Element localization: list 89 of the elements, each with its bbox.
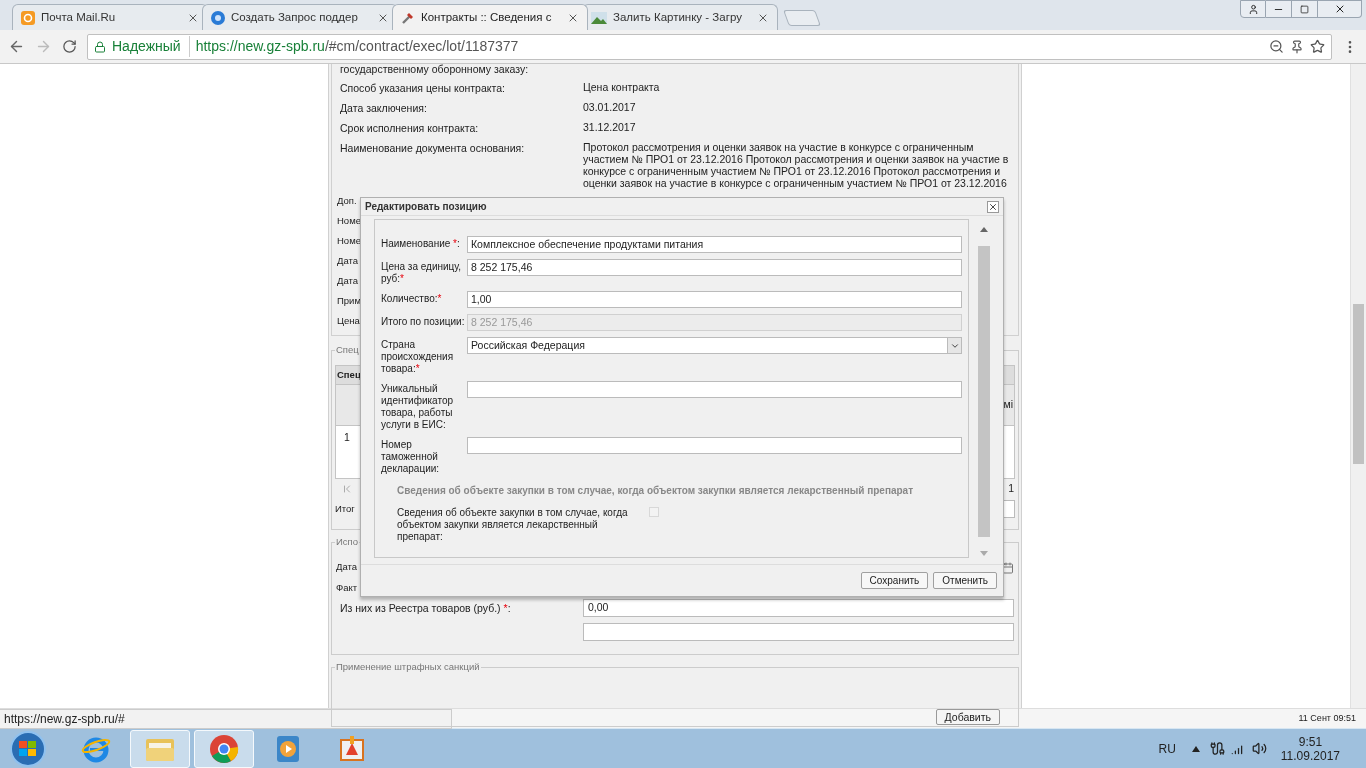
bookmark-icon[interactable]	[1310, 39, 1325, 54]
start-button[interactable]	[10, 730, 46, 767]
field-label: Наименование документа основания:	[340, 141, 526, 156]
language-indicator[interactable]: RU	[1158, 739, 1176, 758]
section-legend: Применение штрафных санкций	[335, 660, 481, 675]
zoom-icon[interactable]	[1269, 39, 1284, 54]
field-label: Способ указания цены контракта:	[340, 81, 506, 96]
back-icon[interactable]	[8, 38, 25, 55]
checkbox-label: Сведения об объекте закупки в том случае, когда объектом закупки является лекарственный препарат:	[397, 507, 629, 543]
field-label: Цена	[337, 313, 360, 328]
tab-title: Создать Запрос поддер	[231, 9, 359, 25]
page-number: 1	[1008, 481, 1014, 497]
field-value: Цена контракта	[583, 81, 661, 93]
field-value: 03.01.2017	[583, 101, 637, 113]
dialog-button[interactable]: Сохранить	[860, 572, 929, 589]
field-label: Уникальный идентификатор товара, работы услуги в ЕИС:	[381, 383, 453, 430]
field-value: Протокол рассмотрения и оценки заявок на участие в конкурсе с ограниченным участием № ПРО1 от 23.12.2016 Протокол рассмотрения и оценки заявок на участие в конкурсе с ограниченным участием № ПРО1 от 23.12.2016 Протокол рассмотрения и оценки заявок на участие в конкурсе с ограниченным участием № ПРО1 от 23.12.2016	[583, 141, 1010, 189]
taskbar-app[interactable]	[194, 729, 254, 768]
input-field[interactable]: Комплексное обеспечение продуктами питания	[467, 236, 962, 253]
chrome-icon[interactable]	[209, 733, 239, 764]
field-label: государственному оборонному заказу:	[340, 62, 530, 78]
input-field[interactable]	[467, 437, 962, 454]
tray-expand-icon[interactable]	[1191, 745, 1200, 752]
browser-tab[interactable]: Контракты :: Сведения с	[392, 4, 588, 30]
dialog-title: Редактировать позицию	[365, 200, 487, 214]
tools-icon	[401, 10, 415, 25]
dialog-button[interactable]: Отменить	[933, 572, 997, 589]
scroll-down-icon[interactable]	[980, 551, 988, 556]
row-number: 1	[344, 430, 350, 445]
input-field[interactable]: 1,00	[467, 291, 962, 308]
field-label: Прим	[337, 293, 361, 308]
input-field[interactable]	[583, 623, 1014, 641]
tab-title: Контракты :: Сведения с	[421, 9, 553, 25]
clock-time: 9:51	[1298, 734, 1323, 749]
maximize-button[interactable]	[1292, 0, 1318, 18]
country-select[interactable]: Российская Федерация	[467, 337, 962, 354]
windows-logo-icon	[19, 740, 37, 757]
field-label: Срок исполнения контракта:	[340, 121, 480, 136]
status-time: 11 Сент 09:51	[1298, 711, 1357, 725]
field-label: Дата	[337, 273, 359, 288]
field-label: Количество:*	[381, 293, 442, 304]
clock-date: 11.09.2017	[1280, 748, 1340, 763]
field-label: Наименование *:	[381, 238, 460, 249]
field-value: 31.12.2017	[583, 121, 637, 133]
field-label: Дата заключения:	[340, 101, 428, 116]
close-icon	[988, 201, 998, 212]
status-url: https://new.gz-spb.ru/#	[0, 708, 452, 729]
plug-icon[interactable]	[1209, 741, 1225, 756]
field-label: Факт	[336, 581, 358, 596]
globe-icon	[211, 10, 225, 25]
field-label: Дата	[336, 560, 358, 575]
input-field[interactable]: 8 252 175,46	[467, 259, 962, 276]
field-label: Итого по позиции:	[381, 316, 465, 327]
field-label: Цена за единицу, руб:*	[381, 261, 462, 284]
calendar-icon[interactable]	[1002, 561, 1014, 574]
address-bar[interactable]: Надежный https://new.gz-spb.ru/#cm/contract/exec/lot/1187377	[87, 33, 1332, 60]
section-title: Сведения об объекте закупки в том случае, когда объектом закупки является лекарственный препарат	[397, 484, 915, 498]
registry-field[interactable]: 0,00	[583, 599, 1014, 617]
maximize-icon	[1300, 4, 1309, 14]
scroll-up-icon[interactable]	[980, 227, 988, 232]
url-host: https://new.gz-spb.ru	[195, 37, 325, 56]
tab-title: Залить Картинку - Загру	[613, 9, 743, 25]
scrollbar[interactable]	[1350, 64, 1366, 708]
field-label: Номе	[337, 213, 361, 228]
lock-icon	[94, 40, 106, 53]
field-label: Номер таможенной декларации:	[381, 439, 440, 474]
field-label: Номе	[337, 233, 361, 248]
add-button[interactable]: Добавить	[935, 709, 1000, 725]
image-icon	[591, 11, 607, 24]
field-label: Из них из Реестра товаров (руб.) *:	[340, 602, 511, 614]
paint-icon[interactable]	[338, 734, 366, 763]
field-label: Доп.	[337, 193, 357, 208]
field-label: Страна происхождения товара:*	[381, 339, 454, 374]
field-label: Итог	[335, 501, 355, 516]
reload-icon[interactable]	[62, 39, 77, 54]
security-label: Надежный	[112, 36, 190, 57]
url-path: /#cm/contract/exec/lot/1187377	[324, 37, 520, 56]
user-icon	[1247, 3, 1259, 15]
close-button[interactable]	[987, 200, 999, 213]
minimize-button[interactable]	[1266, 0, 1292, 18]
tab-title: Почта Mail.Ru	[41, 9, 117, 25]
field-label: Дата	[337, 253, 359, 268]
column-header: мі	[1003, 397, 1013, 413]
input-field[interactable]	[467, 381, 962, 398]
play-icon[interactable]	[275, 734, 301, 763]
first-page-icon[interactable]	[341, 483, 353, 495]
pin-icon[interactable]	[1290, 39, 1304, 54]
volume-icon[interactable]	[1251, 741, 1267, 756]
profile-button[interactable]	[1240, 0, 1266, 18]
